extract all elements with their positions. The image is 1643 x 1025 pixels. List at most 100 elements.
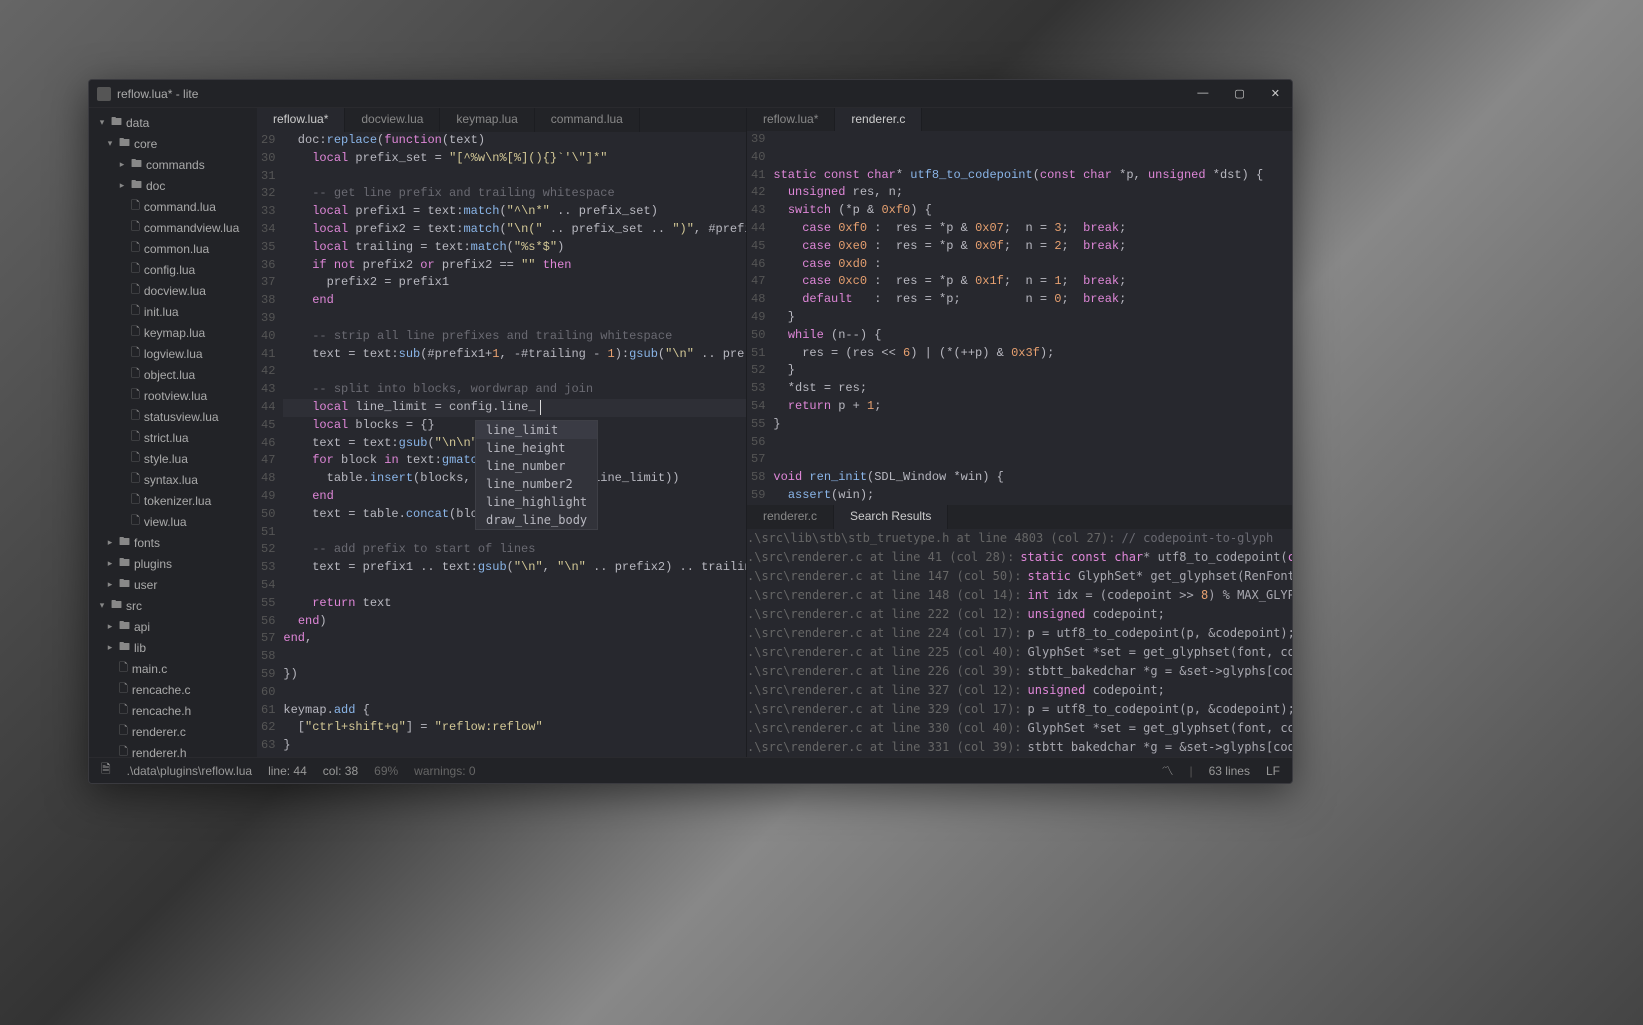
tab[interactable]: reflow.lua* [747,108,835,131]
search-result-row[interactable]: .\src\renderer.c at line 327 (col 12): u… [747,681,1292,700]
folder-item[interactable]: ▾🖿core [89,133,257,154]
search-results-panel[interactable]: .\src\lib\stb\stb_truetype.h at line 480… [747,529,1292,757]
close-button[interactable]: ✕ [1267,85,1284,102]
file-item[interactable]: 🗋renderer.c [89,721,257,742]
search-result-row[interactable]: .\src\renderer.c at line 331 (col 39): s… [747,738,1292,757]
file-tree-sidebar[interactable]: ▾🖿data▾🖿core▸🖿commands▸🖿doc🗋command.lua🗋… [89,108,257,757]
file-icon: 🗋 [131,281,140,300]
search-result-row[interactable]: .\src\renderer.c at line 226 (col 39): s… [747,662,1292,681]
minimize-button[interactable]: — [1193,85,1212,102]
file-item[interactable]: 🗋renderer.h [89,742,257,757]
right-editor-pane: reflow.lua*renderer.c 394041424344454647… [747,108,1292,757]
result-path: .\src\renderer.c at line 327 (col 12): [747,681,1028,700]
bottom-tab-bar[interactable]: renderer.cSearch Results [747,505,1292,529]
file-icon: 🗋 [131,407,140,426]
file-item[interactable]: 🗋style.lua [89,448,257,469]
maximize-button[interactable]: ▢ [1230,85,1248,102]
folder-icon: 🖿 [119,638,130,657]
file-item[interactable]: 🗋init.lua [89,301,257,322]
tree-item-label: view.lua [144,515,187,529]
folder-item[interactable]: ▸🖿user [89,574,257,595]
folder-item[interactable]: ▸🖿api [89,616,257,637]
file-item[interactable]: 🗋rencache.c [89,679,257,700]
folder-item[interactable]: ▸🖿fonts [89,532,257,553]
status-lines: 63 lines [1209,764,1250,778]
folder-item[interactable]: ▸🖿lib [89,637,257,658]
file-item[interactable]: 🗋tokenizer.lua [89,490,257,511]
search-result-row[interactable]: .\src\renderer.c at line 225 (col 40): G… [747,643,1292,662]
file-item[interactable]: 🗋 docview.lua [89,280,257,301]
chevron-icon: ▸ [117,159,127,170]
file-item[interactable]: 🗋syntax.lua [89,469,257,490]
file-item[interactable]: 🗋logview.lua [89,343,257,364]
left-code-area[interactable]: 2930313233343536373839404142434445464748… [257,132,746,757]
file-icon: 🗎 [101,760,111,781]
tab[interactable]: Search Results [834,505,948,529]
autocomplete-item[interactable]: line_highlight [476,493,597,511]
graph-icon: 〽 [1161,762,1173,779]
file-item[interactable]: 🗋keymap.lua [89,322,257,343]
file-item[interactable]: 🗋main.c [89,658,257,679]
folder-item[interactable]: ▾🖿data [89,112,257,133]
file-icon: 🗋 [131,365,140,384]
autocomplete-item[interactable]: line_limit [476,421,597,439]
right-tab-bar[interactable]: reflow.lua*renderer.c [747,108,1292,131]
file-item[interactable]: 🗋rootview.lua [89,385,257,406]
autocomplete-item[interactable]: line_height [476,439,597,457]
tab[interactable]: docview.lua [345,108,440,132]
file-icon: 🗋 [131,386,140,405]
autocomplete-item[interactable]: draw_line_body [476,511,597,529]
search-result-row[interactable]: .\src\renderer.c at line 330 (col 40): G… [747,719,1292,738]
file-item[interactable]: 🗋rencache.h [89,700,257,721]
search-result-row[interactable]: .\src\renderer.c at line 148 (col 14): i… [747,586,1292,605]
tab[interactable]: command.lua [535,108,640,132]
search-result-row[interactable]: .\src\renderer.c at line 41 (col 28):sta… [747,548,1292,567]
tree-item-label: logview.lua [144,347,203,361]
file-item[interactable]: 🗋 statusview.lua [89,406,257,427]
desktop-background: reflow.lua* - lite — ▢ ✕ ▾🖿data▾🖿core▸🖿c… [0,0,1643,1025]
search-result-row[interactable]: .\src\renderer.c at line 224 (col 17): p… [747,624,1292,643]
status-bar: 🗎 .\data\plugins\reflow.lua line: 44 col… [89,757,1292,783]
tree-item-label: renderer.h [132,746,187,758]
file-item[interactable]: 🗋common.lua [89,238,257,259]
file-icon: 🗋 [131,491,140,510]
status-path: .\data\plugins\reflow.lua [127,764,252,778]
tab[interactable]: reflow.lua* [257,108,345,132]
file-item[interactable]: 🗋config.lua [89,259,257,280]
result-path: .\src\renderer.c at line 329 (col 17): [747,700,1028,719]
tab[interactable]: renderer.c [747,505,834,529]
tab[interactable]: keymap.lua [440,108,534,132]
file-item[interactable]: 🗋strict.lua [89,427,257,448]
file-item[interactable]: 🗋object.lua [89,364,257,385]
autocomplete-item[interactable]: line_number [476,457,597,475]
left-tab-bar[interactable]: reflow.lua*docview.luakeymap.luacommand.… [257,108,746,132]
tree-item-label: docview.lua [144,284,206,298]
file-icon: 🗋 [131,323,140,342]
search-result-row[interactable]: .\src\lib\stb\stb_truetype.h at line 480… [747,529,1292,548]
tree-item-label: renderer.c [132,725,186,739]
file-item[interactable]: 🗋commandview.lua [89,217,257,238]
file-icon: 🗋 [119,680,128,699]
folder-item[interactable]: ▾🖿src [89,595,257,616]
folder-item[interactable]: ▸🖿plugins [89,553,257,574]
tree-item-label: statusview.lua [144,410,219,424]
search-result-row[interactable]: .\src\renderer.c at line 147 (col 50):st… [747,567,1292,586]
folder-item[interactable]: ▸🖿doc [89,175,257,196]
file-item[interactable]: 🗋command.lua [89,196,257,217]
right-code[interactable]: static const char* utf8_to_codepoint(con… [773,131,1292,505]
result-code: GlyphSet *set = get_glyphset(font, codep… [1028,719,1292,738]
file-item[interactable]: 🗋view.lua [89,511,257,532]
folder-item[interactable]: ▸🖿commands [89,154,257,175]
tab[interactable]: renderer.c [835,108,922,131]
left-editor-pane: reflow.lua*docview.luakeymap.luacommand.… [257,108,747,757]
result-code: static GlyphSet* get_glyphset(RenFont *f… [1028,567,1292,586]
search-result-row[interactable]: .\src\renderer.c at line 329 (col 17): p… [747,700,1292,719]
title-bar[interactable]: reflow.lua* - lite — ▢ ✕ [89,80,1292,108]
search-result-row[interactable]: .\src\renderer.c at line 222 (col 12): u… [747,605,1292,624]
result-path: .\src\renderer.c at line 330 (col 40): [747,719,1028,738]
right-code-area[interactable]: 3940414243444546474849505152535455565758… [747,131,1292,505]
tree-item-label: syntax.lua [144,473,198,487]
file-icon: 🗋 [131,218,140,237]
autocomplete-item[interactable]: line_number2 [476,475,597,493]
autocomplete-popup[interactable]: line_limitline_heightline_numberline_num… [475,420,598,530]
